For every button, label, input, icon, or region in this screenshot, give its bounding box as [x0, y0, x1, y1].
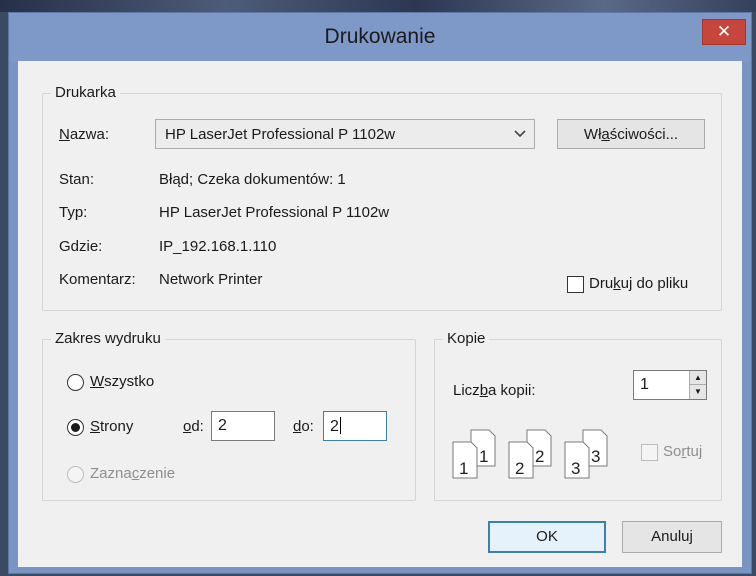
close-button[interactable]: ✕ — [702, 19, 746, 45]
spin-up-icon[interactable]: ▲ — [690, 371, 706, 385]
dialog-client-area: Drukarka Nazwa: HP LaserJet Professional… — [18, 61, 742, 567]
collate-number: 2 — [515, 459, 524, 478]
copies-spinner[interactable]: ▲ ▼ — [689, 371, 706, 399]
collate-number: 2 — [535, 447, 544, 466]
collate-number: 3 — [571, 459, 580, 478]
where-value: IP_192.168.1.110 — [159, 238, 277, 255]
printer-name-label: Nazwa: — [59, 126, 110, 143]
chevron-down-icon — [514, 125, 526, 141]
range-all-radio[interactable] — [67, 374, 84, 391]
range-all-label[interactable]: Wszystko — [90, 373, 154, 390]
background-strip — [0, 0, 756, 12]
to-page-value: 2 — [330, 418, 339, 435]
close-icon: ✕ — [716, 22, 732, 41]
collate-pages-icon: 1 1 2 2 3 3 — [452, 429, 608, 479]
printer-name-select[interactable]: HP LaserJet Professional P 1102w — [155, 119, 535, 149]
copies-group: Kopie Liczba kopii: 1 ▲ ▼ 1 1 2 2 3 3 So… — [434, 330, 722, 501]
from-label: od: — [183, 418, 204, 435]
copies-count-input[interactable]: 1 ▲ ▼ — [633, 370, 707, 400]
to-page-input[interactable]: 2 — [323, 411, 387, 441]
range-pages-label[interactable]: Strony — [90, 418, 133, 435]
print-to-file-label[interactable]: Drukuj do pliku — [589, 275, 688, 292]
print-to-file-checkbox[interactable] — [567, 276, 584, 293]
print-range-legend: Zakres wydruku — [51, 330, 165, 347]
printer-group: Drukarka Nazwa: HP LaserJet Professional… — [42, 84, 722, 311]
status-value: Błąd; Czeka dokumentów: 1 — [159, 171, 346, 188]
properties-button[interactable]: Właściwości... — [557, 119, 705, 149]
range-pages-radio[interactable] — [67, 419, 84, 436]
from-page-value: 2 — [218, 417, 227, 434]
spin-down-icon[interactable]: ▼ — [690, 385, 706, 399]
comment-label: Komentarz: — [59, 271, 136, 288]
cancel-button[interactable]: Anuluj — [622, 521, 722, 553]
range-selection-label[interactable]: Zaznaczenie — [90, 465, 175, 482]
range-selection-radio[interactable] — [67, 466, 84, 483]
type-value: HP LaserJet Professional P 1102w — [159, 204, 390, 221]
comment-value: Network Printer — [159, 271, 263, 288]
copies-legend: Kopie — [443, 330, 490, 347]
printer-group-legend: Drukarka — [51, 84, 120, 101]
printer-name-value: HP LaserJet Professional P 1102w — [165, 126, 396, 143]
print-dialog: Drukowanie ✕ Drukarka Nazwa: HP LaserJet… — [8, 12, 752, 574]
collate-number: 1 — [459, 459, 468, 478]
from-page-input[interactable]: 2 — [211, 411, 275, 441]
copies-count-label: Liczba kopii: — [453, 382, 536, 399]
copies-count-value: 1 — [640, 376, 649, 393]
collate-number: 1 — [479, 447, 488, 466]
where-label: Gdzie: — [59, 238, 103, 255]
status-label: Stan: — [59, 171, 95, 188]
type-label: Typ: — [59, 204, 88, 221]
collate-checkbox[interactable] — [641, 444, 658, 461]
collate-label[interactable]: Sortuj — [663, 443, 702, 460]
print-range-group: Zakres wydruku Wszystko Strony od: 2 do:… — [42, 330, 416, 501]
ok-button[interactable]: OK — [488, 521, 606, 553]
to-label: do: — [293, 418, 314, 435]
title-bar[interactable]: Drukowanie ✕ — [9, 13, 751, 61]
collate-number: 3 — [591, 447, 600, 466]
text-caret — [339, 417, 341, 434]
dialog-title: Drukowanie — [324, 25, 436, 48]
